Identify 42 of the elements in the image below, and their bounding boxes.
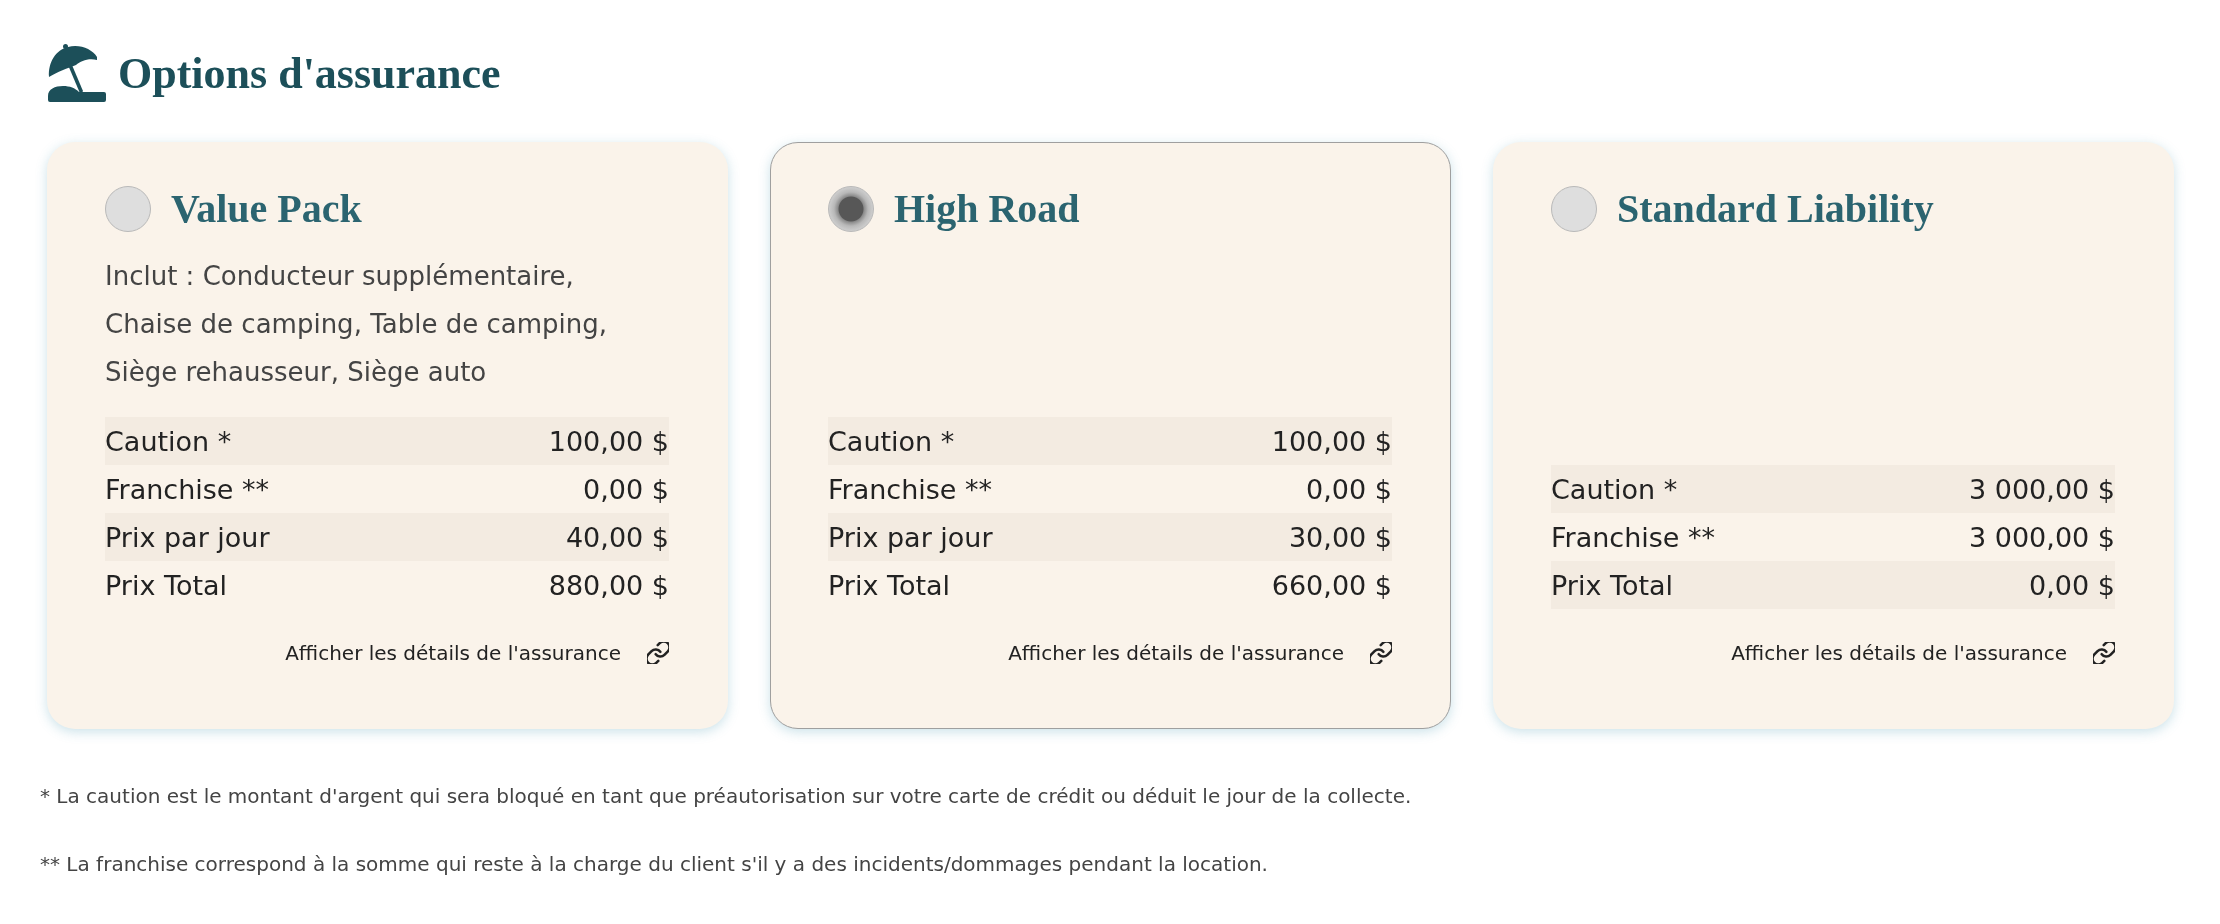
row-label: Franchise ** <box>1551 521 1716 553</box>
footnote: ** La franchise correspond à la somme qui reste à la charge du client s'il y a des incidents/dommages pendant la location. <box>40 851 1269 878</box>
row-value: 40,00 $ <box>565 521 669 553</box>
radio-button[interactable] <box>105 186 151 232</box>
page-title: Options d'assurance <box>118 47 501 99</box>
row-label: Caution * <box>105 425 232 457</box>
option-title: Standard Liability <box>1617 186 1934 232</box>
footnote: * La caution est le montant d'argent qui sera bloqué en tant que préautorisation sur votre carte de crédit ou déduit le jour de la collecte. <box>40 783 1413 810</box>
link-icon <box>2093 642 2115 664</box>
option-title: Value Pack <box>171 186 362 232</box>
row-value: 30,00 $ <box>1288 521 1392 553</box>
row-label: Caution * <box>828 425 955 457</box>
radio-button[interactable] <box>828 186 874 232</box>
option-title: High Road <box>894 186 1080 232</box>
row-label: Prix par jour <box>828 521 993 553</box>
option-card[interactable]: Standard Liability Caution * 3 000,00 $ Franchise ** 3 000,00 $ Prix Total 0,00 $ Afficher les détails de l'assurance <box>1493 142 2174 729</box>
row-label: Prix Total <box>828 569 951 601</box>
row-label: Caution * <box>1551 473 1678 505</box>
row-label: Prix par jour <box>105 521 270 553</box>
option-description: Inclut : Conducteur supplémentaire, Chaise de camping, Table de camping, Siège rehausseur, Siège auto <box>105 260 608 389</box>
row-label: Prix Total <box>1551 569 1674 601</box>
row-label: Prix Total <box>105 569 228 601</box>
details-link[interactable]: Afficher les détails de l'assurance <box>1008 638 1392 668</box>
row-value: 100,00 $ <box>548 425 669 457</box>
row-label: Franchise ** <box>828 473 993 505</box>
link-icon <box>1370 642 1392 664</box>
row-label: Franchise ** <box>105 473 270 505</box>
row-value: 660,00 $ <box>1271 569 1392 601</box>
row-value: 0,00 $ <box>2029 569 2115 601</box>
beach-umbrella-icon <box>48 44 106 102</box>
details-link[interactable]: Afficher les détails de l'assurance <box>1731 638 2115 668</box>
row-value: 3 000,00 $ <box>1969 473 2115 505</box>
link-icon <box>647 642 669 664</box>
option-card[interactable]: High Road Caution * 100,00 $ Franchise ** 0,00 $ Prix par jour 30,00 $ Prix Total 660,00 $ Afficher les détails de l'assurance <box>770 142 1451 729</box>
row-value: 880,00 $ <box>548 569 669 601</box>
radio-button[interactable] <box>1551 186 1597 232</box>
row-value: 3 000,00 $ <box>1969 521 2115 553</box>
details-link[interactable]: Afficher les détails de l'assurance <box>285 638 669 668</box>
row-value: 0,00 $ <box>583 473 669 505</box>
row-value: 100,00 $ <box>1271 425 1392 457</box>
option-card[interactable] <box>47 142 728 729</box>
row-value: 0,00 $ <box>1306 473 1392 505</box>
